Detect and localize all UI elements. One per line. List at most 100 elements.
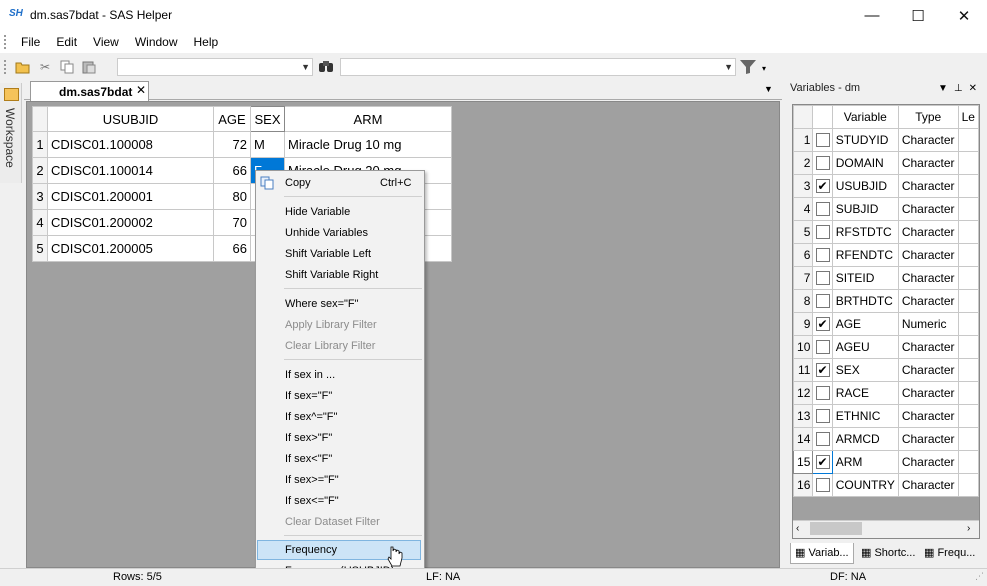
row-number[interactable]: 6 (793, 243, 814, 267)
table-row[interactable]: 9 ✔ AGE Numeric (793, 312, 979, 336)
cell-variable-name[interactable]: BRTHDTC (831, 289, 899, 313)
table-row[interactable]: 8 BRTHDTC Character (793, 289, 979, 313)
cell-variable-name[interactable]: ARM (831, 450, 899, 474)
row-number[interactable]: 3 (32, 183, 48, 210)
menu-item-where[interactable]: Where sex="F" (285, 297, 359, 311)
variable-checkbox-cell[interactable] (812, 381, 833, 405)
cell-variable-length[interactable] (957, 197, 979, 221)
variable-checkbox-cell[interactable] (812, 220, 833, 244)
close-button[interactable]: ✕ (941, 0, 987, 31)
cell-variable-name[interactable]: SEX (831, 358, 899, 382)
variable-checkbox[interactable] (815, 225, 830, 240)
corner-cell[interactable] (32, 106, 48, 132)
cell-variable-type[interactable]: Character (897, 174, 959, 198)
variable-checkbox-cell[interactable]: ✔ (812, 312, 833, 336)
variable-checkbox-cell[interactable] (812, 289, 833, 313)
cell-variable-type[interactable]: Character (897, 151, 959, 175)
table-row[interactable]: 4 SUBJID Character (793, 197, 979, 221)
variable-checkbox-cell[interactable]: ✔ (812, 450, 833, 474)
cell-variable-name[interactable]: RACE (831, 381, 899, 405)
table-row[interactable]: 16 COUNTRY Character (793, 473, 979, 497)
row-number[interactable]: 8 (793, 289, 814, 313)
column-header[interactable]: Le (957, 105, 979, 129)
column-header[interactable]: AGE (213, 106, 251, 132)
chevron-left-icon[interactable]: ‹ (796, 523, 799, 534)
row-number[interactable]: 4 (793, 197, 814, 221)
library-combo[interactable]: ▼ (117, 58, 313, 76)
filter-icon[interactable] (739, 59, 757, 78)
row-number[interactable]: 11 (793, 358, 814, 382)
cell-variable-length[interactable] (957, 450, 979, 474)
cell-variable-type[interactable]: Character (897, 381, 959, 405)
cell-variable-type[interactable]: Character (897, 243, 959, 267)
cell-variable-length[interactable] (957, 243, 979, 267)
cell-variable-length[interactable] (957, 473, 979, 497)
cell-variable-name[interactable]: COUNTRY (831, 473, 899, 497)
table-row[interactable]: 10 AGEU Character (793, 335, 979, 359)
cell-age[interactable]: 66 (213, 157, 251, 184)
close-tab-icon[interactable]: ✕ (136, 83, 146, 97)
cell-variable-name[interactable]: ARMCD (831, 427, 899, 451)
cell-age[interactable]: 72 (213, 131, 251, 158)
cell-variable-length[interactable] (957, 289, 979, 313)
cell-variable-length[interactable] (957, 381, 979, 405)
cell-variable-type[interactable]: Numeric (897, 312, 959, 336)
variable-checkbox-cell[interactable]: ✔ (812, 174, 833, 198)
menu-item-hide-variable[interactable]: Hide Variable (285, 205, 350, 219)
check-header[interactable] (812, 105, 833, 129)
variable-checkbox[interactable]: ✔ (815, 179, 830, 194)
cell-variable-name[interactable]: USUBJID (831, 174, 899, 198)
row-number[interactable]: 14 (793, 427, 814, 451)
cell-variable-length[interactable] (957, 335, 979, 359)
cell-variable-length[interactable] (957, 128, 979, 152)
cell-variable-name[interactable]: RFENDTC (831, 243, 899, 267)
tab-dm-sas7bdat[interactable]: dm.sas7bdat (30, 81, 149, 101)
row-number[interactable]: 5 (793, 220, 814, 244)
menu-help[interactable]: Help (186, 31, 227, 53)
variable-checkbox[interactable]: ✔ (815, 317, 830, 332)
column-header[interactable]: SEX (250, 106, 285, 132)
variable-checkbox[interactable] (815, 386, 830, 401)
cut-icon[interactable]: ✂ (35, 57, 55, 77)
chevron-right-icon[interactable]: › (967, 523, 970, 534)
cell-variable-length[interactable] (957, 404, 979, 428)
cell-sex[interactable]: M (250, 131, 285, 158)
variable-checkbox-cell[interactable] (812, 427, 833, 451)
cell-variable-length[interactable] (957, 427, 979, 451)
cell-usubjid[interactable]: CDISC01.100008 (47, 131, 214, 158)
cell-variable-type[interactable]: Character (897, 197, 959, 221)
column-header[interactable]: USUBJID (47, 106, 214, 132)
variable-checkbox[interactable] (815, 294, 830, 309)
cell-variable-type[interactable]: Character (897, 220, 959, 244)
variable-checkbox-cell[interactable] (812, 243, 833, 267)
cell-variable-length[interactable] (957, 220, 979, 244)
row-number[interactable]: 1 (32, 131, 48, 158)
cell-variable-length[interactable] (957, 358, 979, 382)
tab-frequency[interactable]: ▦ Frequ... (920, 543, 979, 564)
row-number[interactable]: 7 (793, 266, 814, 290)
binoculars-icon[interactable] (318, 58, 334, 77)
cell-usubjid[interactable]: CDISC01.200005 (47, 235, 214, 262)
variable-checkbox[interactable] (815, 340, 830, 355)
menu-item-shift-left[interactable]: Shift Variable Left (285, 247, 371, 261)
cell-variable-type[interactable]: Character (897, 266, 959, 290)
variable-checkbox[interactable] (815, 133, 830, 148)
variable-checkbox-cell[interactable] (812, 197, 833, 221)
chevron-down-icon[interactable]: ▼ (301, 59, 310, 75)
workspace-label[interactable]: Workspace (3, 108, 17, 168)
menu-file[interactable]: File (13, 31, 48, 53)
menu-item-copy[interactable]: Copy (285, 176, 311, 190)
column-header[interactable]: ARM (284, 106, 452, 132)
variable-checkbox-cell[interactable] (812, 151, 833, 175)
chevron-down-icon[interactable]: ▼ (724, 59, 733, 75)
tab-shortcuts[interactable]: ▦ Shortc... (857, 543, 919, 564)
row-number[interactable]: 2 (32, 157, 48, 184)
cell-variable-name[interactable]: SITEID (831, 266, 899, 290)
cell-variable-type[interactable]: Character (897, 404, 959, 428)
table-row[interactable]: 5 RFSTDTC Character (793, 220, 979, 244)
row-number[interactable]: 5 (32, 235, 48, 262)
variable-checkbox[interactable] (815, 248, 830, 263)
table-row[interactable]: 1 CDISC01.100008 72 M Miracle Drug 10 mg (32, 131, 452, 158)
menu-item-if-ne[interactable]: If sex^="F" (285, 410, 337, 424)
menu-item-frequency[interactable]: Frequency (285, 543, 337, 557)
